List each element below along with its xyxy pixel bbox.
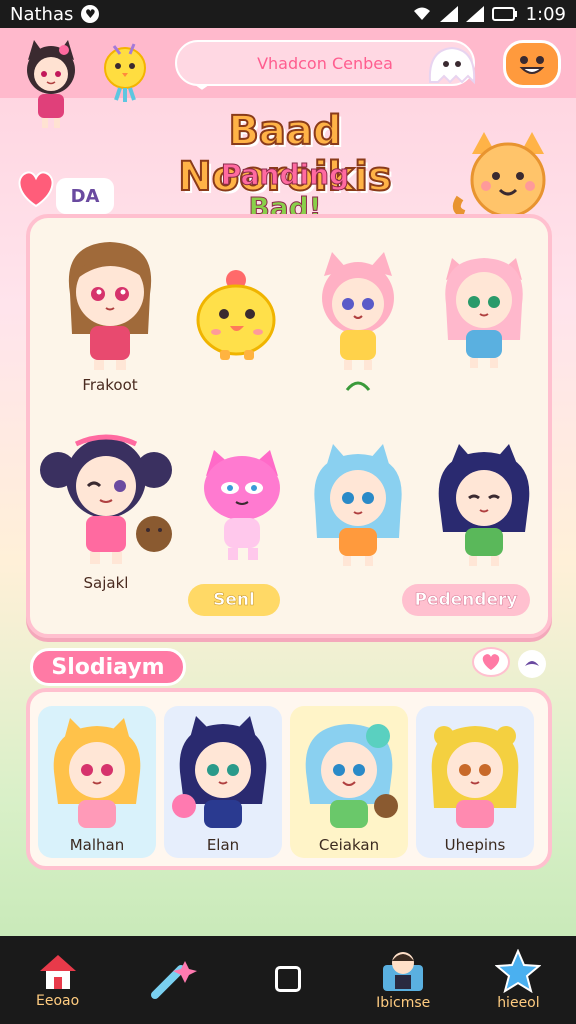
wand-icon xyxy=(150,961,197,999)
square-icon xyxy=(275,966,301,992)
smiley-icon xyxy=(519,56,545,74)
home-icon xyxy=(39,955,76,989)
character-sajakl[interactable]: Sajakl xyxy=(36,424,176,594)
search-label: Vhadcon Cenbea xyxy=(257,53,393,73)
seni-button[interactable]: Senl xyxy=(188,584,280,616)
chick-mascot-icon[interactable] xyxy=(100,40,150,104)
character-blue-hair-girl[interactable] xyxy=(298,440,418,610)
character-label: Frakoot xyxy=(82,376,138,394)
yellow-chick-creature xyxy=(196,270,276,360)
section-title: Slodiaym xyxy=(30,648,186,686)
title-block: Baad Nooroikis Panding Bad! DA xyxy=(0,100,576,225)
chibi-blonde-cat-girl xyxy=(53,718,141,828)
nav-square[interactable] xyxy=(230,936,345,1024)
bird-glyph xyxy=(525,661,539,666)
nav-label: Ibicmse xyxy=(376,995,431,1011)
nav-star[interactable]: hieeol xyxy=(461,936,576,1024)
chibi-pink-cat-girl xyxy=(322,252,394,370)
heart-bubble-icon[interactable] xyxy=(472,646,510,678)
signal-icon xyxy=(439,6,458,22)
heart-icon-left xyxy=(18,171,54,208)
chibi-yellow-hair-girl xyxy=(431,726,519,828)
chibi-aqua-hair-girl xyxy=(305,724,398,828)
character-chick[interactable] xyxy=(176,258,296,428)
status-bar: Nathas ♥ 1:09 xyxy=(0,0,576,28)
character-frakoot[interactable]: Frakoot xyxy=(50,234,170,404)
character-label: Sajakl xyxy=(83,574,129,592)
nav-label: Eeoao xyxy=(36,993,80,1009)
character-carousel: Malhan Elan Ceiakan Uhepins xyxy=(26,688,552,870)
battery-icon xyxy=(491,7,517,21)
ghost-icon xyxy=(428,46,476,85)
chibi-blue-hair-girl xyxy=(314,444,402,566)
card-label: Malhan xyxy=(69,836,125,854)
chibi-twin-tail-girl xyxy=(40,434,172,564)
character-grid-panel: Frakoot Sajakl Senl Pedendery xyxy=(26,214,552,638)
card-label: Ceiakan xyxy=(318,836,380,854)
chibi-navy-cat-girl xyxy=(172,716,267,828)
app-name: Nathas xyxy=(10,3,74,25)
star-icon xyxy=(495,949,542,993)
bottom-nav: Eeoao Ibicmse hieeol xyxy=(0,936,576,1024)
clock: 1:09 xyxy=(525,3,566,25)
chibi-brown-hair-girl xyxy=(68,242,152,370)
nav-home[interactable]: Eeoao xyxy=(0,936,115,1024)
carousel-card-ceiakan[interactable]: Ceiakan xyxy=(290,706,408,858)
character-pink-hair-girl[interactable] xyxy=(424,244,544,414)
carousel-card-elan[interactable]: Elan xyxy=(164,706,282,858)
bird-icon[interactable] xyxy=(518,650,546,678)
notification-icon: ♥ xyxy=(81,5,100,23)
magenta-cat-creature xyxy=(204,450,280,560)
card-label: Elan xyxy=(206,836,240,854)
carousel-card-uhepins[interactable]: Uhepins xyxy=(416,706,534,858)
nav-wand[interactable] xyxy=(115,936,230,1024)
sprout-icon xyxy=(345,381,371,391)
signal-icon-2 xyxy=(465,6,484,22)
subtitle-part-1: Panding xyxy=(220,158,350,192)
smiley-button[interactable] xyxy=(503,40,561,88)
wifi-icon xyxy=(413,7,430,20)
chibi-pink-hair-girl xyxy=(445,258,523,368)
character-pink-cat-girl[interactable] xyxy=(298,246,418,416)
pedendery-button[interactable]: Pedendery xyxy=(402,584,530,616)
top-header: Vhadcon Cenbea xyxy=(0,28,576,128)
chibi-navy-hair-girl xyxy=(438,444,530,566)
nav-profile[interactable]: Ibicmse xyxy=(346,936,461,1024)
carousel-card-malhan[interactable]: Malhan xyxy=(38,706,156,858)
card-label: Uhepins xyxy=(444,836,506,854)
nav-label: hieeol xyxy=(497,995,540,1011)
profile-icon xyxy=(383,952,424,991)
badge: DA xyxy=(56,178,114,214)
